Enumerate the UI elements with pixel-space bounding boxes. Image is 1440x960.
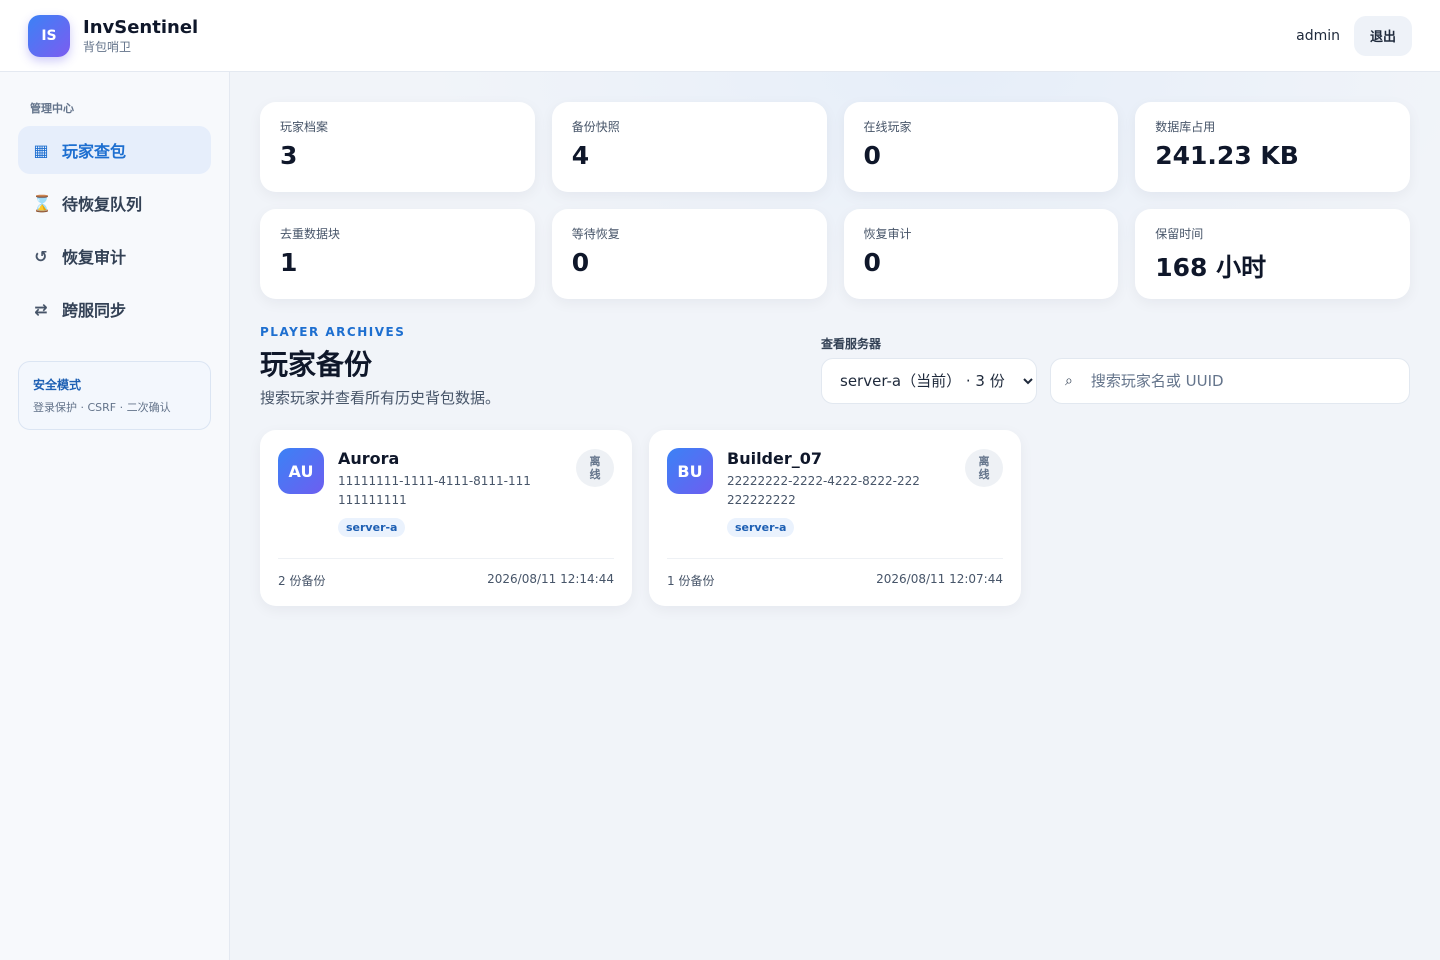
player-name: Builder_07 [727, 449, 823, 468]
filter-controls: 查看服务器 server-a（当前） · 3 份 ⌕ [821, 335, 1410, 404]
player-card-footer: 2 份备份 2026/08/11 12:14:44 [278, 572, 614, 589]
stat-label: 备份快照 [571, 120, 620, 134]
stat-card-online-players: 在线玩家 0 [843, 102, 1119, 192]
player-card-grid: AU Aurora 11111111-1111-4111-8111-111111… [260, 430, 1410, 606]
current-user: admin [1296, 27, 1340, 44]
page-title: 玩家备份 [260, 348, 373, 381]
server-tag: server-a [727, 518, 795, 537]
header-user-area: admin 退出 [1296, 15, 1412, 56]
hourglass-icon: ⌛ [32, 193, 52, 213]
stat-value: 0 [863, 141, 881, 170]
stat-card-pending-restore: 等待恢复 0 [551, 209, 827, 299]
brand-text: InvSentinel 背包哨卫 [83, 17, 198, 55]
brand[interactable]: IS InvSentinel 背包哨卫 [28, 14, 198, 57]
backup-count: 2 份备份 [278, 574, 326, 588]
sidebar-item-label: 待恢复队列 [62, 195, 143, 214]
status-badge: 离线 [965, 449, 1003, 487]
stat-value: 0 [571, 248, 590, 277]
player-name: Aurora [338, 449, 400, 468]
undo-icon: ↺ [34, 246, 48, 266]
section-heading-group: PLAYER ARCHIVES 玩家备份 搜索玩家并查看所有历史背包数据。 [260, 325, 500, 408]
player-card[interactable]: BU Builder_07 22222222-2222-4222-8222-22… [649, 430, 1021, 606]
stat-card-backup-snapshots: 备份快照 4 [551, 102, 827, 192]
stat-card-restore-audit: 恢复审计 0 [843, 209, 1119, 299]
stat-card-dedup-chunks: 去重数据块 1 [260, 209, 535, 299]
section-eyebrow: PLAYER ARCHIVES [260, 325, 406, 339]
card-divider [278, 558, 614, 559]
top-header: IS InvSentinel 背包哨卫 admin 退出 [0, 0, 1440, 72]
player-info: Builder_07 22222222-2222-4222-8222-22222… [727, 448, 1003, 537]
player-card[interactable]: AU Aurora 11111111-1111-4111-8111-111111… [260, 430, 632, 606]
sidebar-item-restore-audit[interactable]: ↺ 恢复审计 [18, 232, 211, 280]
stats-grid: 玩家档案 3 备份快照 4 在线玩家 0 数据库占用 241.23 KB 去重数… [260, 102, 1410, 299]
sidebar-section-label: 管理中心 [30, 102, 74, 115]
grid-icon: ▦ [33, 140, 49, 160]
stat-label: 等待恢复 [571, 227, 620, 241]
app-title: InvSentinel [83, 16, 199, 38]
stat-card-db-usage: 数据库占用 241.23 KB [1135, 102, 1410, 192]
search-box[interactable]: ⌕ [1050, 358, 1410, 404]
sidebar-item-label: 跨服同步 [62, 301, 127, 320]
sidebar-item-player-inventory[interactable]: ▦ 玩家查包 [18, 126, 211, 174]
app-subtitle: 背包哨卫 [83, 39, 132, 54]
stat-value: 0 [863, 248, 881, 277]
stat-label: 数据库占用 [1155, 120, 1216, 134]
safe-mode-desc: 登录保护 · CSRF · 二次确认 [33, 401, 171, 414]
stat-value: 168 小时 [1155, 253, 1267, 282]
sidebar-item-label: 恢复审计 [62, 248, 127, 267]
stat-label: 保留时间 [1155, 227, 1204, 241]
stat-value: 4 [571, 141, 590, 170]
stat-card-player-profiles: 玩家档案 3 [260, 102, 535, 192]
card-divider [667, 558, 1003, 559]
server-tag: server-a [338, 518, 406, 537]
stat-card-retention: 保留时间 168 小时 [1135, 209, 1410, 299]
sidebar: 管理中心 ▦ 玩家查包 ⌛ 待恢复队列 ↺ 恢复审计 ⇄ 跨服同步 安全模式 登… [0, 72, 230, 960]
sidebar-item-cross-server-sync[interactable]: ⇄ 跨服同步 [18, 285, 211, 333]
player-card-top: BU Builder_07 22222222-2222-4222-8222-22… [667, 448, 1003, 537]
stat-label: 去重数据块 [280, 227, 341, 241]
safe-mode-panel: 安全模式 登录保护 · CSRF · 二次确认 [18, 361, 211, 430]
server-select[interactable]: server-a（当前） · 3 份 [821, 358, 1037, 404]
sidebar-item-restore-queue[interactable]: ⌛ 待恢复队列 [18, 179, 211, 227]
main-content: 玩家档案 3 备份快照 4 在线玩家 0 数据库占用 241.23 KB 去重数… [230, 72, 1440, 960]
last-backup-time: 2026/08/11 12:14:44 [487, 572, 614, 586]
stat-label: 在线玩家 [863, 120, 912, 134]
stat-label: 恢复审计 [863, 227, 912, 241]
stat-value: 3 [280, 141, 298, 170]
archives-section-header: PLAYER ARCHIVES 玩家备份 搜索玩家并查看所有历史背包数据。 查看… [260, 325, 1410, 408]
player-uuid: 11111111-1111-4111-8111-111111111111 [338, 474, 531, 507]
app-logo: IS [28, 14, 70, 57]
last-backup-time: 2026/08/11 12:07:44 [876, 572, 1003, 586]
player-card-footer: 1 份备份 2026/08/11 12:07:44 [667, 572, 1003, 589]
search-icon: ⌕ [1065, 373, 1073, 389]
swap-icon: ⇄ [34, 299, 48, 319]
section-description: 搜索玩家并查看所有历史背包数据。 [260, 389, 501, 407]
backup-count: 1 份备份 [667, 574, 715, 588]
avatar: BU [667, 448, 713, 494]
stat-value: 241.23 KB [1155, 141, 1299, 170]
server-select-label: 查看服务器 [821, 337, 882, 351]
stat-value: 1 [280, 248, 298, 277]
server-field: 查看服务器 server-a（当前） · 3 份 [821, 335, 1037, 404]
sidebar-item-label: 玩家查包 [62, 142, 127, 161]
status-badge: 离线 [576, 449, 614, 487]
player-info: Aurora 11111111-1111-4111-8111-111111111… [338, 448, 614, 537]
stat-label: 玩家档案 [280, 120, 329, 134]
player-uuid: 22222222-2222-4222-8222-222222222222 [727, 474, 920, 507]
safe-mode-title: 安全模式 [33, 378, 82, 392]
player-card-top: AU Aurora 11111111-1111-4111-8111-111111… [278, 448, 614, 537]
avatar: AU [278, 448, 324, 494]
search-input[interactable] [1090, 372, 1395, 390]
logout-button[interactable]: 退出 [1353, 15, 1412, 56]
